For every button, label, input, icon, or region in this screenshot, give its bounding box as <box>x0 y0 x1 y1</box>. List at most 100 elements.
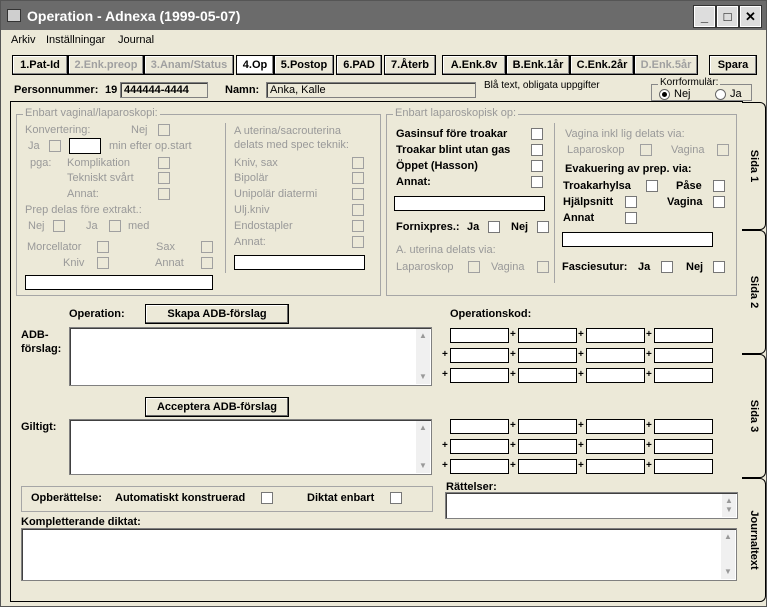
rattelser-textarea[interactable]: ▲ ▼ <box>445 492 738 519</box>
menu-installningar[interactable]: Inställningar <box>46 34 105 46</box>
fornix-nej-checkbox[interactable] <box>537 221 549 233</box>
tab-enk-1ar[interactable]: B.Enk.1år <box>506 55 570 75</box>
tab-journaltext[interactable]: Journaltext <box>742 478 766 602</box>
oppet-checkbox[interactable] <box>531 160 543 172</box>
kniv-checkbox[interactable] <box>97 257 109 269</box>
close-icon[interactable]: ✕ <box>739 5 762 28</box>
pnr-field[interactable]: 444444-4444 <box>120 82 208 98</box>
menu-journal[interactable]: Journal <box>118 34 154 46</box>
tab-enk-preop[interactable]: 2.Enk.preop <box>68 55 144 75</box>
adb-forslag-textarea[interactable]: ▲ ▼ <box>69 327 432 386</box>
konvertering-nej-checkbox[interactable] <box>158 124 170 136</box>
uterina-unipolar-checkbox[interactable] <box>352 188 364 200</box>
code-field[interactable] <box>518 328 577 343</box>
maximize-icon[interactable]: □ <box>716 5 739 28</box>
vaginainkl-laparoskop-checkbox[interactable] <box>640 144 652 156</box>
code-field[interactable] <box>586 459 645 474</box>
uterina-annat-checkbox[interactable] <box>352 236 364 248</box>
annat2-checkbox[interactable] <box>201 257 213 269</box>
tab-aterb[interactable]: 7.Återb <box>384 55 436 75</box>
auterina-laparoskop-checkbox[interactable] <box>468 261 480 273</box>
tab-pad[interactable]: 6.PAD <box>336 55 382 75</box>
code-field[interactable] <box>586 348 645 363</box>
code-field[interactable] <box>518 459 577 474</box>
gasinsuf-checkbox[interactable] <box>531 128 543 140</box>
code-field[interactable] <box>654 439 713 454</box>
code-field[interactable] <box>450 419 509 434</box>
giltigt-textarea[interactable]: ▲ ▼ <box>69 419 432 475</box>
code-field[interactable] <box>654 348 713 363</box>
lap-annat-checkbox[interactable] <box>531 176 543 188</box>
annat-checkbox[interactable] <box>158 188 170 200</box>
diktat-checkbox[interactable] <box>390 492 402 504</box>
tekniskt-checkbox[interactable] <box>158 172 170 184</box>
name-field[interactable]: Anka, Kalle <box>266 82 476 98</box>
vaginal-annat-input[interactable] <box>25 275 213 290</box>
tab-anam-status[interactable]: 3.Anam/Status <box>144 55 234 75</box>
tab-enk-8v[interactable]: A.Enk.8v <box>442 55 506 75</box>
uterina-kniv-sax-checkbox[interactable] <box>352 157 364 169</box>
uterina-bipolar-checkbox[interactable] <box>352 172 364 184</box>
korr-ja-radio[interactable] <box>715 89 726 100</box>
title-bar[interactable]: Operation - Adnexa (1999-05-07) _ □ ✕ <box>1 1 766 30</box>
code-field[interactable] <box>518 439 577 454</box>
hjalpsnitt-checkbox[interactable] <box>625 196 637 208</box>
evak-annat-input[interactable] <box>562 232 713 247</box>
code-field[interactable] <box>586 328 645 343</box>
kompletterande-textarea[interactable]: ▲ ▼ <box>21 528 737 581</box>
fasciesutur-ja-checkbox[interactable] <box>661 261 673 273</box>
prep-ja-checkbox[interactable] <box>109 220 121 232</box>
code-field[interactable] <box>586 439 645 454</box>
fasciesutur-nej-checkbox[interactable] <box>713 261 725 273</box>
code-field[interactable] <box>654 419 713 434</box>
pase-checkbox[interactable] <box>713 180 725 192</box>
code-field[interactable] <box>450 368 509 383</box>
konvertering-ja-checkbox[interactable] <box>49 140 61 152</box>
tab-op[interactable]: 4.Op <box>236 55 274 75</box>
tab-enk-2ar[interactable]: C.Enk.2år <box>570 55 634 75</box>
code-field[interactable] <box>586 419 645 434</box>
acceptera-adb-button[interactable]: Acceptera ADB-förslag <box>145 397 289 417</box>
troakarhylsa-checkbox[interactable] <box>646 180 658 192</box>
sax-checkbox[interactable] <box>201 241 213 253</box>
auterina-vagina-checkbox[interactable] <box>537 261 549 273</box>
code-field[interactable] <box>518 368 577 383</box>
code-field[interactable] <box>450 459 509 474</box>
code-field[interactable] <box>654 328 713 343</box>
tab-enk-5ar[interactable]: D.Enk.5år <box>634 55 698 75</box>
code-field[interactable] <box>518 348 577 363</box>
code-field[interactable] <box>654 459 713 474</box>
min-input[interactable] <box>69 138 101 154</box>
code-field[interactable] <box>586 368 645 383</box>
kompletterande-scrollbar[interactable]: ▲ ▼ <box>721 530 735 579</box>
uterina-endostapler-checkbox[interactable] <box>352 220 364 232</box>
code-field[interactable] <box>518 419 577 434</box>
menu-arkiv[interactable]: Arkiv <box>11 34 35 46</box>
save-button[interactable]: Spara <box>709 55 757 75</box>
korr-nej-radio[interactable] <box>659 89 670 100</box>
uterina-ulj-checkbox[interactable] <box>352 204 364 216</box>
minimize-icon[interactable]: _ <box>693 5 716 28</box>
prep-nej-checkbox[interactable] <box>53 220 65 232</box>
tab-sida-2[interactable]: Sida 2 <box>742 230 766 354</box>
fornix-ja-checkbox[interactable] <box>488 221 500 233</box>
tab-postop[interactable]: 5.Postop <box>274 55 334 75</box>
code-field[interactable] <box>450 439 509 454</box>
evak-vagina-checkbox[interactable] <box>713 196 725 208</box>
tab-pat-id[interactable]: 1.Pat-Id <box>12 55 68 75</box>
tab-sida-1[interactable]: Sida 1 <box>742 102 766 230</box>
lap-annat-input[interactable] <box>394 196 545 211</box>
komplikation-checkbox[interactable] <box>158 157 170 169</box>
auto-checkbox[interactable] <box>261 492 273 504</box>
code-field[interactable] <box>654 368 713 383</box>
tab-sida-3[interactable]: Sida 3 <box>742 354 766 478</box>
uterina-annat-input[interactable] <box>234 255 365 270</box>
vaginainkl-vagina-checkbox[interactable] <box>717 144 729 156</box>
code-field[interactable] <box>450 348 509 363</box>
evak-annat-checkbox[interactable] <box>625 212 637 224</box>
code-field[interactable] <box>450 328 509 343</box>
giltigt-scrollbar[interactable]: ▲ ▼ <box>416 421 430 473</box>
troakar-checkbox[interactable] <box>531 144 543 156</box>
rattelser-scrollbar[interactable]: ▲ ▼ <box>722 494 736 517</box>
skapa-adb-button[interactable]: Skapa ADB-förslag <box>145 304 289 324</box>
